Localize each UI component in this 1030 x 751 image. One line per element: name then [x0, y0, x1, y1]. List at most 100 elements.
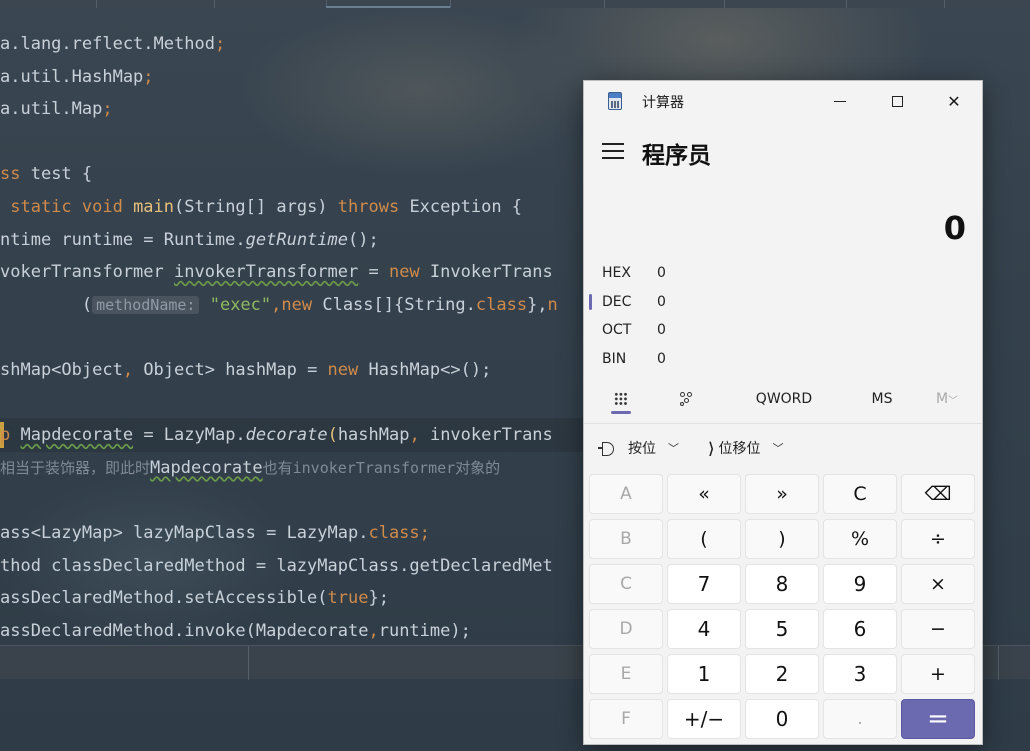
title-bar[interactable]: 计算器 ✕ — [584, 81, 982, 121]
code-token: ( — [0, 294, 93, 315]
code-line[interactable]: assDeclaredMethod.setAccessible(true}; — [0, 582, 389, 614]
code-token: , — [368, 620, 379, 641]
code-line[interactable]: shMap<Object, Object> hashMap = new Hash… — [0, 354, 491, 386]
digit-0-button[interactable]: 0 — [745, 699, 819, 739]
bit-toggle-keypad-button[interactable] — [668, 381, 706, 417]
radix-label: OCT — [602, 322, 632, 338]
close-button[interactable]: ✕ — [926, 81, 982, 121]
code-line[interactable]: a.util.HashMap; — [0, 61, 154, 93]
radix-hex-row[interactable]: HEX 0 — [602, 260, 802, 288]
code-token: Class[]{String. — [322, 294, 476, 315]
radix-selected-indicator — [589, 294, 592, 310]
code-token: = LazyMap. — [133, 425, 246, 446]
hex-a-button[interactable]: A — [589, 474, 663, 514]
memory-store-button[interactable]: MS — [860, 381, 904, 417]
code-line[interactable]: ntime runtime = Runtime.getRuntime(); — [0, 224, 379, 256]
code-token: invokerTransformer — [174, 262, 359, 283]
digit-7-button[interactable]: 7 — [667, 564, 741, 604]
percent-button[interactable]: % — [823, 519, 897, 559]
digit-2-button[interactable]: 2 — [745, 654, 819, 694]
maximize-button[interactable] — [869, 81, 925, 121]
code-token: InvokerTrans — [429, 262, 553, 283]
radix-value: 0 — [657, 351, 666, 367]
code-line[interactable]: a.lang.reflect.Method; — [0, 28, 225, 60]
digit-5-button[interactable]: 5 — [745, 609, 819, 649]
hex-d-button[interactable]: D — [589, 609, 663, 649]
minimize-button[interactable] — [812, 81, 868, 121]
chevron-down-icon: ﹀ — [668, 442, 679, 455]
multiply-button[interactable]: × — [901, 564, 975, 604]
bitshift-dropdown[interactable]: ⟩⟩ 位移位 ﹀ — [708, 433, 783, 463]
code-token: ; — [143, 66, 154, 87]
code-line[interactable]: vokerTransformer invokerTransformer = ne… — [0, 256, 553, 288]
calculator-window[interactable]: 计算器 ✕ 程序员 0 HEX 0 DEC 0 OCT 0 BIN 0 QWOR… — [583, 80, 983, 745]
code-token: ; — [419, 523, 430, 543]
code-token: new — [281, 294, 323, 315]
bitshift-label: 位移位 — [718, 441, 761, 457]
code-token: ( — [327, 425, 338, 446]
code-token: }, — [527, 294, 548, 315]
code-line[interactable]: thod classDeclaredMethod = lazyMapClass.… — [0, 550, 553, 582]
digit-1-button[interactable]: 1 — [667, 654, 741, 694]
decimal-button[interactable]: . — [823, 699, 897, 739]
clear-button[interactable]: C — [823, 474, 897, 514]
shift-right-button[interactable]: » — [745, 474, 819, 514]
code-line[interactable]: ass<LazyMap> lazyMapClass = LazyMap.clas… — [0, 517, 430, 549]
radix-value: 0 — [657, 294, 666, 310]
divide-button[interactable]: ÷ — [901, 519, 975, 559]
shift-left-button[interactable]: « — [667, 474, 741, 514]
bitwise-dropdown[interactable]: 按位 ﹀ — [598, 433, 679, 463]
backspace-button[interactable]: ⌫ — [901, 474, 975, 514]
code-line[interactable]: (methodName: "exec",new Class[]{String.c… — [0, 289, 558, 321]
code-token: invokerTrans — [419, 425, 553, 446]
code-token: n — [547, 294, 558, 315]
open-paren-button[interactable]: ( — [667, 519, 741, 559]
digit-3-button[interactable]: 3 — [823, 654, 897, 694]
equals-button[interactable]: = — [901, 699, 975, 739]
digit-6-button[interactable]: 6 — [823, 609, 897, 649]
chevron-down-icon: ﹀ — [948, 395, 959, 407]
close-icon: ✕ — [947, 91, 961, 111]
keypad-icon — [614, 392, 628, 406]
code-line[interactable]: static void main(String[] args) throws E… — [0, 191, 522, 223]
hex-e-button[interactable]: E — [589, 654, 663, 694]
code-token: p — [0, 425, 21, 446]
radix-bin-row[interactable]: BIN 0 — [602, 346, 802, 374]
hex-b-button[interactable]: B — [589, 519, 663, 559]
hex-c-button[interactable]: C — [589, 564, 663, 604]
menu-hamburger-icon[interactable] — [602, 143, 624, 159]
add-button[interactable]: + — [901, 654, 975, 694]
code-line[interactable]: a.util.Map; — [0, 93, 113, 125]
digit-9-button[interactable]: 9 — [823, 564, 897, 604]
subtract-button[interactable]: − — [901, 609, 975, 649]
code-line[interactable]: ss test { — [0, 158, 92, 190]
code-line[interactable]: p Mapdecorate = LazyMap.decorate(hashMap… — [0, 419, 553, 451]
code-line[interactable]: 相当于装饰器，即此时Mapdecorate也有invokerTransforme… — [0, 452, 500, 484]
digit-8-button[interactable]: 8 — [745, 564, 819, 604]
radix-oct-row[interactable]: OCT 0 — [602, 317, 802, 345]
radix-dec-row[interactable]: DEC 0 — [602, 289, 802, 317]
code-token: throws — [337, 197, 410, 217]
negate-button[interactable]: +/− — [667, 699, 741, 739]
code-token: ntime runtime = Runtime. — [0, 229, 246, 250]
code-token: , — [409, 425, 420, 446]
code-token: ass<LazyMap> lazyMapClass = LazyMap. — [0, 523, 369, 543]
code-token: "exec" — [209, 294, 272, 315]
word-size-button[interactable]: QWORD — [744, 381, 824, 417]
bit-toggle-icon — [680, 392, 694, 406]
code-token: runtime); — [378, 620, 471, 641]
memory-view-button[interactable]: M ﹀ — [928, 381, 966, 417]
code-token: 也有invokerTransformer对象的 — [262, 458, 501, 477]
close-paren-button[interactable]: ) — [745, 519, 819, 559]
programmer-toolbar: QWORD MS M ﹀ — [584, 381, 982, 417]
code-line[interactable]: assDeclaredMethod.invoke(Mapdecorate,run… — [0, 615, 471, 647]
code-token: shMap<Object — [0, 360, 123, 380]
minimize-icon — [834, 100, 846, 102]
code-token: HashMap<>(); — [368, 360, 492, 380]
code-token: decorate — [245, 425, 328, 446]
hex-f-button[interactable]: F — [589, 699, 663, 739]
code-token: hashMap — [337, 425, 410, 446]
code-token: , — [271, 294, 282, 315]
digit-4-button[interactable]: 4 — [667, 609, 741, 649]
